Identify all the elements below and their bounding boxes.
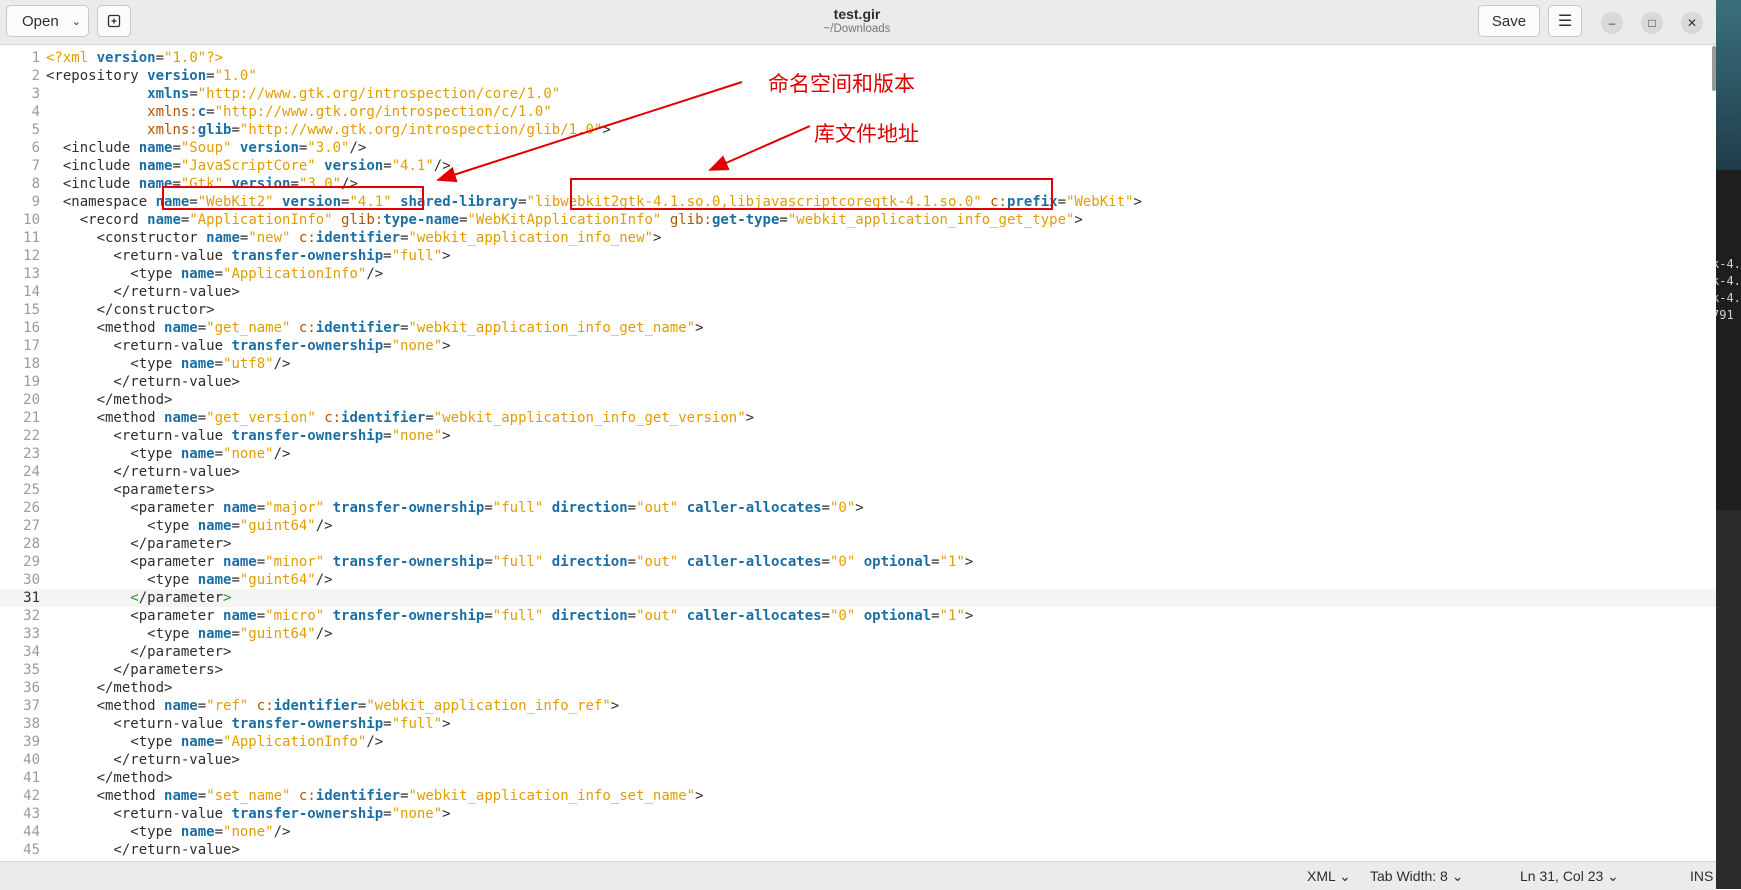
background-text: k-4. — [1716, 257, 1741, 271]
background-window: k-4. k-4. k-4. 791 — [1716, 0, 1741, 889]
annotation-arrows — [436, 81, 811, 183]
cursor-position[interactable]: Ln 31, Col 23 ⌄ — [1520, 868, 1619, 885]
status-bar: XML ⌄ Tab Width: 8 ⌄ Ln 31, Col 23 ⌄ INS — [0, 861, 1716, 890]
insert-mode-indicator: INS — [1690, 868, 1714, 884]
background-text: k-4. — [1716, 291, 1741, 305]
tab-width-selector[interactable]: Tab Width: 8 ⌄ — [1370, 868, 1463, 885]
language-selector[interactable]: XML ⌄ — [1307, 868, 1351, 885]
library-arrow — [708, 125, 811, 171]
background-text: 791 — [1716, 308, 1734, 322]
namespace-arrow — [436, 81, 743, 183]
background-text: k-4. — [1716, 274, 1741, 288]
